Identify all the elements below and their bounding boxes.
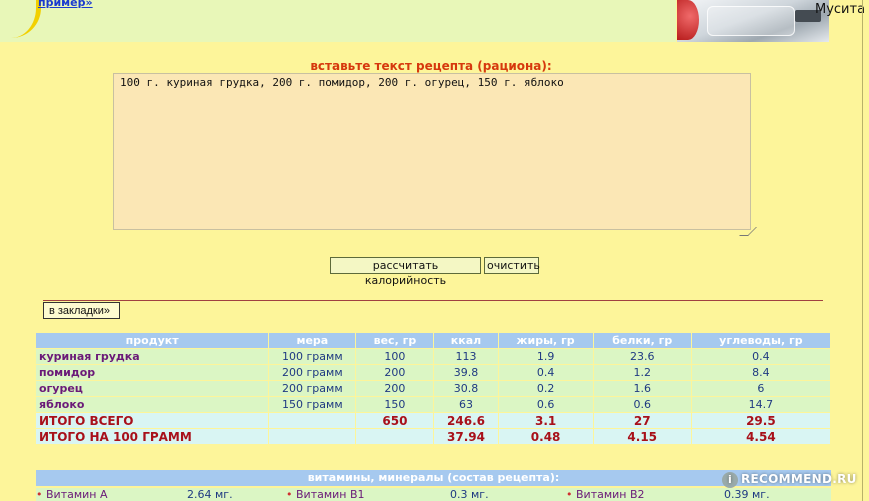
table-cell: 1.6 [593, 381, 691, 396]
example-link[interactable]: пример» [38, 0, 93, 9]
total-per-100g-row: ИТОГО НА 100 ГРАММ 37.94 0.48 4.15 4.54 [36, 429, 830, 444]
table-cell: 3.1 [498, 413, 593, 428]
product-name-cell: яблоко [36, 397, 269, 412]
bullet-icon: • [36, 488, 46, 501]
table-cell: 113 [434, 349, 498, 364]
table-cell: 4.15 [593, 429, 691, 444]
vitamin-value: 2.64 мг. [187, 488, 233, 501]
table-header-row: продукт мера вес, гр ккал жиры, гр белки… [36, 333, 830, 348]
total-label-cell: ИТОГО НА 100 ГРАММ [36, 429, 269, 444]
vitamin-item: • Витамин В2 [566, 488, 645, 501]
table-cell: 200 грамм [269, 365, 356, 380]
recommend-watermark: i RECOMMEND.RU [722, 468, 857, 490]
recipe-input-label: вставьте текст рецепта (рациона): [310, 59, 552, 73]
vitamin-value: 0.3 мг. [450, 488, 489, 501]
table-cell: 37.94 [434, 429, 498, 444]
product-name-cell: помидор [36, 365, 269, 380]
kitchen-scale-image [677, 0, 829, 42]
table-cell: 1.2 [593, 365, 691, 380]
section-divider [43, 300, 823, 301]
table-cell: 200 [356, 365, 434, 380]
table-cell: 0.2 [498, 381, 593, 396]
table-cell: 0.4 [691, 349, 830, 364]
table-cell: 8.4 [691, 365, 830, 380]
table-cell [356, 429, 434, 444]
watermark-text: RECOMMEND.RU [741, 472, 857, 486]
table-cell: 150 грамм [269, 397, 356, 412]
vitamins-row: • Витамин А 2.64 мг. • Витамин В1 0.3 мг… [36, 488, 831, 501]
vitamin-name: Витамин В2 [576, 488, 645, 501]
vitamin-name: Витамин В1 [296, 488, 365, 501]
recipe-textarea[interactable] [113, 73, 751, 230]
add-bookmark-button[interactable]: в закладки» [43, 302, 120, 319]
table-cell: 27 [593, 413, 691, 428]
table-cell: 0.48 [498, 429, 593, 444]
column-header: углеводы, гр [691, 333, 830, 348]
table-cell: 0.6 [593, 397, 691, 412]
total-row: ИТОГО ВСЕГО 650 246.6 3.1 27 29.5 [36, 413, 830, 428]
table-row: помидор 200 грамм 200 39.8 0.4 1.2 8.4 [36, 365, 830, 380]
vitamins-header: витамины, минералы (состав рецепта): [36, 470, 831, 486]
table-cell: 650 [356, 413, 434, 428]
table-cell: 30.8 [434, 381, 498, 396]
column-header: вес, гр [356, 333, 434, 348]
table-cell: 200 [356, 381, 434, 396]
username: Мусита [815, 2, 866, 17]
table-cell: 4.54 [691, 429, 830, 444]
column-header: белки, гр [593, 333, 691, 348]
bullet-icon: • [286, 488, 296, 501]
column-header: мера [269, 333, 356, 348]
product-name-cell: огурец [36, 381, 269, 396]
scale-glass-plate [707, 6, 795, 36]
clear-button[interactable]: очистить [484, 257, 540, 274]
table-cell: 100 [356, 349, 434, 364]
table-cell: 14.7 [691, 397, 830, 412]
right-border-line [862, 0, 863, 501]
table-cell: 1.9 [498, 349, 593, 364]
scale-red-part [677, 0, 699, 40]
calculate-calories-button[interactable]: рассчитать калорийность [330, 257, 481, 287]
column-header: ккал [434, 333, 498, 348]
table-cell: 246.6 [434, 413, 498, 428]
column-header: продукт [36, 333, 269, 348]
banana-logo-icon [2, 0, 41, 38]
table-row: огурец 200 грамм 200 30.8 0.2 1.6 6 [36, 381, 830, 396]
table-cell: 29.5 [691, 413, 830, 428]
table-cell: 100 грамм [269, 349, 356, 364]
bullet-icon: • [566, 488, 576, 501]
column-header: жиры, гр [498, 333, 593, 348]
table-row: куриная грудка 100 грамм 100 113 1.9 23.… [36, 349, 830, 364]
product-name-cell: куриная грудка [36, 349, 269, 364]
nutrition-table: продукт мера вес, гр ккал жиры, гр белки… [35, 332, 831, 445]
total-label-cell: ИТОГО ВСЕГО [36, 413, 269, 428]
top-banner: пример» [0, 0, 676, 42]
table-cell [269, 429, 356, 444]
table-cell: 0.6 [498, 397, 593, 412]
table-cell [269, 413, 356, 428]
table-row: яблоко 150 грамм 150 63 0.6 0.6 14.7 [36, 397, 830, 412]
vitamin-name: Витамин А [46, 488, 108, 501]
vitamin-item: • Витамин А [36, 488, 108, 501]
vitamin-item: • Витамин В1 [286, 488, 365, 501]
table-cell: 23.6 [593, 349, 691, 364]
table-cell: 150 [356, 397, 434, 412]
table-cell: 39.8 [434, 365, 498, 380]
info-badge-icon: i [722, 471, 738, 488]
table-cell: 200 грамм [269, 381, 356, 396]
table-cell: 6 [691, 381, 830, 396]
table-cell: 0.4 [498, 365, 593, 380]
table-cell: 63 [434, 397, 498, 412]
